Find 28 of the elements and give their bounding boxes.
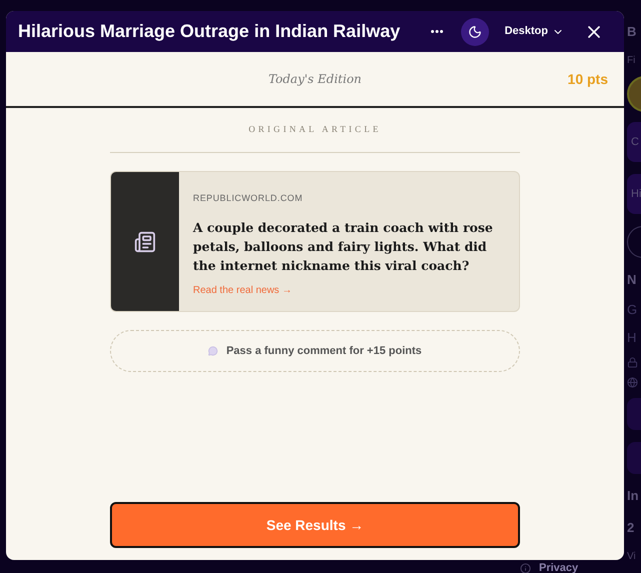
background-heading: N [627, 271, 636, 290]
article-question: A couple decorated a train coach with rose petals, balloons and fairy lights. What did the internet nickname this viral coach? [193, 218, 494, 274]
newspaper-icon [134, 230, 156, 252]
background-text: G [627, 301, 638, 320]
background-heading: 2 [627, 519, 634, 538]
background-text: H [627, 329, 636, 348]
background-text: Vi [627, 550, 636, 564]
background-heading: B [627, 23, 636, 42]
background-text: Fi [627, 54, 636, 68]
section-label: ORIGINAL ARTICLE [248, 123, 382, 136]
more-icon [430, 30, 443, 33]
lock-icon [627, 356, 638, 368]
background-heading: In [627, 487, 639, 506]
comment-prompt-button[interactable]: Pass a funny comment for +15 points [110, 330, 520, 372]
background-card: Hi [627, 174, 641, 214]
modal-title: Hilarious Marriage Outrage in Indian Railway [18, 20, 400, 43]
globe-icon [627, 376, 638, 388]
view-mode-dropdown[interactable]: Desktop [504, 23, 564, 40]
moon-icon [468, 24, 482, 38]
info-icon [520, 562, 531, 573]
dark-mode-button[interactable] [460, 18, 489, 46]
speech-bubble-icon [208, 346, 218, 356]
background-card: C [627, 122, 641, 162]
edition-label: Today's Edition [268, 71, 362, 88]
see-results-button[interactable]: See Results → [110, 502, 520, 548]
points-counter: 10 pts [568, 70, 608, 89]
privacy-link[interactable]: Privacy [539, 560, 578, 573]
article-source: REPUBLICWORLD.COM [193, 192, 304, 205]
